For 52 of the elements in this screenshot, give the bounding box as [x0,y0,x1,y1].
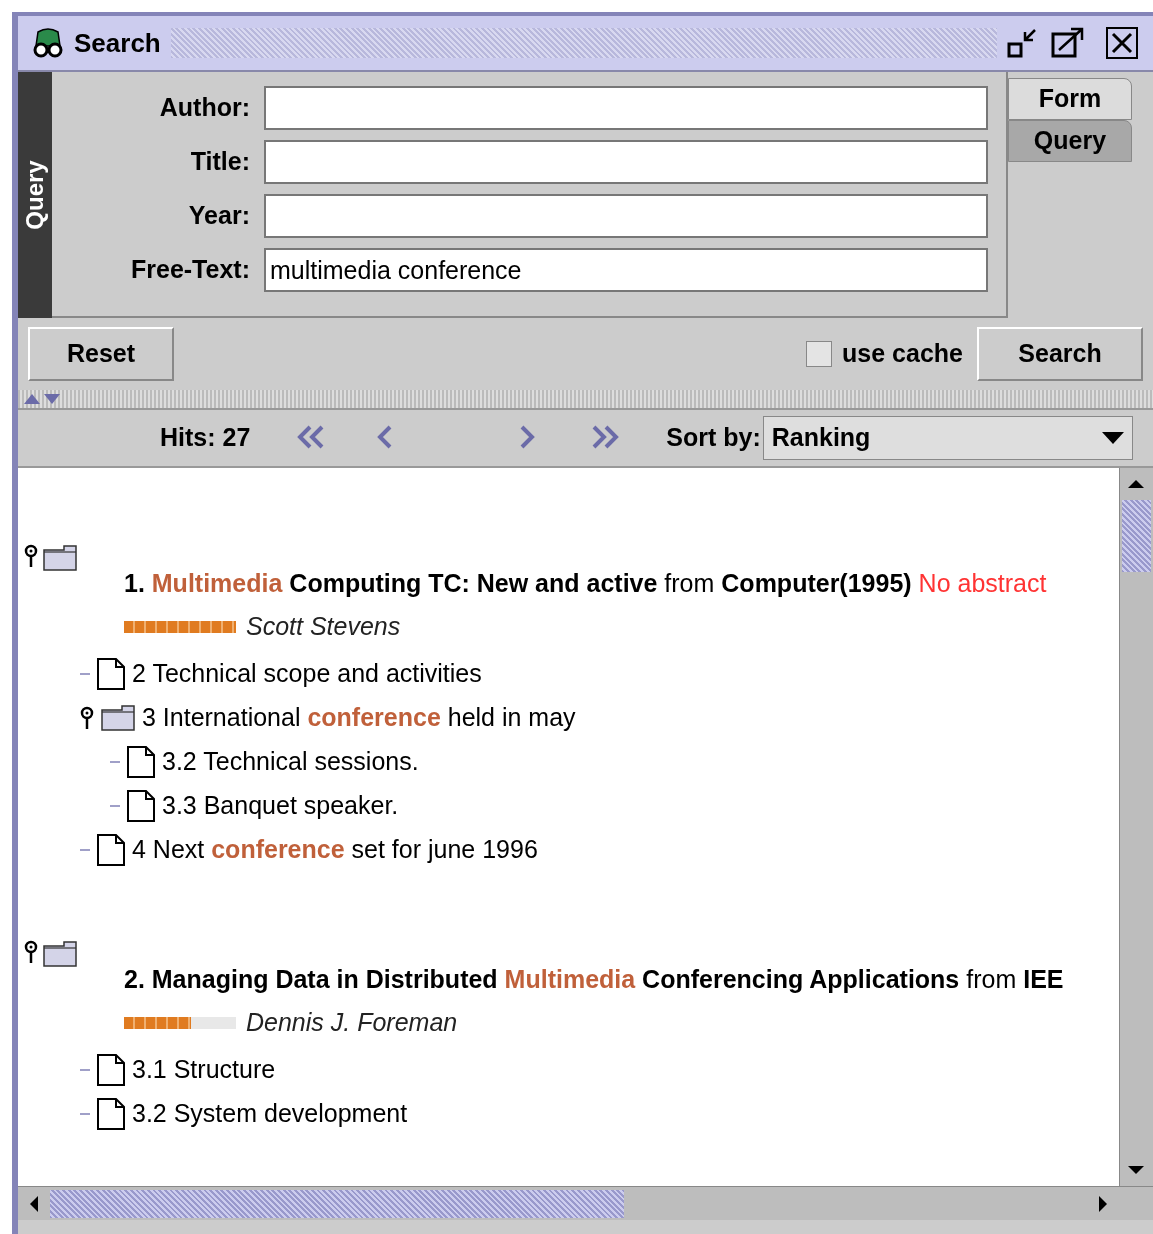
field-label: Author: [158,92,250,124]
text-field[interactable] [264,194,988,238]
document-icon [96,833,126,867]
vertical-scrollbar[interactable] [1119,468,1153,1186]
search-button[interactable]: Search [977,327,1143,381]
author-name: Scott Stevens [246,611,401,643]
author-name: Dennis J. Foreman [246,1007,458,1039]
text-field[interactable] [264,86,988,130]
folder-icon [100,704,136,732]
side-tab-label[interactable]: Query [17,160,53,230]
pin-icon[interactable] [24,940,38,964]
tree-item[interactable]: 4 Next conference set for june 1996 [132,831,538,869]
sort-label: Sort by: [666,422,761,454]
checkbox-label: use cache [842,338,963,370]
tree-item[interactable]: 3 International conference held in may [142,699,576,737]
tree-item[interactable]: 3.2 Technical sessions. [162,743,419,781]
hits-count: Hits: 27 [160,422,251,454]
field-label: Title: [189,146,250,178]
result-title[interactable]: 1. Multimedia Computing TC: New and active from Computer(1995) No abstract [124,565,1047,603]
horizontal-scrollbar[interactable] [18,1186,1153,1220]
text-field[interactable]: multimedia conference [264,248,988,292]
tree-item[interactable]: 2 Technical scope and activities [132,655,482,693]
document-icon [96,1053,126,1087]
result-title[interactable]: 2. Managing Data in Distributed Multimedia Conferencing Applications from IEE [124,961,1064,999]
binoculars-icon [32,28,64,58]
checkbox[interactable] [806,341,833,367]
folder-icon [42,940,78,968]
tab[interactable]: Query [1008,120,1132,162]
document-icon [126,789,156,823]
folder-icon [42,544,78,572]
collapse-icon[interactable] [24,394,40,404]
tab[interactable]: Form [1008,78,1132,120]
pin-icon[interactable] [80,706,94,730]
reset-button[interactable]: Reset [28,327,174,381]
tree-item[interactable]: 3.3 Banquet speaker. [162,787,399,825]
maximize-icon[interactable] [1051,26,1085,60]
dropdown-arrow-icon [1101,432,1124,444]
tree-item[interactable]: 3.2 System development [132,1095,408,1133]
horizontal-scroll-thumb[interactable] [50,1189,624,1218]
document-icon [96,1097,126,1131]
field-label: Free-Text: [130,254,250,286]
window-title: Search [74,26,161,60]
text-field[interactable] [264,140,988,184]
document-icon [96,657,126,691]
tree-item[interactable]: 3.1 Structure [132,1051,276,1089]
document-icon [126,745,156,779]
close-icon[interactable] [1105,26,1139,60]
field-label: Year: [187,200,250,232]
expand-icon[interactable] [44,394,60,404]
sort-dropdown[interactable]: Ranking [762,416,1133,460]
pin-icon[interactable] [24,544,38,568]
scroll-thumb[interactable] [1122,500,1151,572]
